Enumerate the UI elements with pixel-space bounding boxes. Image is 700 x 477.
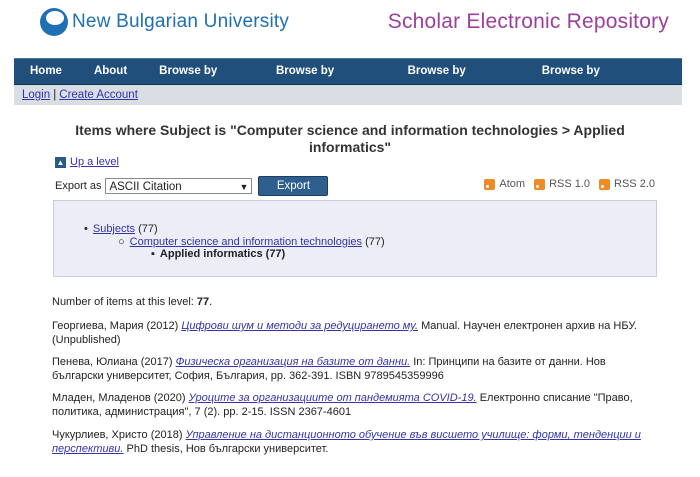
entry-title-link[interactable]: Уроците за организациите от пандемията C… [189,392,477,404]
entry-author-year: Георгиева, Мария (2012) [52,320,179,332]
applied-informatics-label: Applied informatics [159,248,263,260]
repository-title: Scholar Electronic Repository [387,10,669,33]
nav-about[interactable]: About [78,59,143,84]
nbu-logo-icon [40,8,68,36]
list-item: Младен, Младенов (2020) Уроците за орган… [52,391,652,419]
square-bullet-icon: ▪ [151,248,155,260]
computer-science-link[interactable]: Computer science and information technol… [130,236,362,248]
feed-rss1-label: RSS 1.0 [549,178,591,190]
up-level-link[interactable]: Up a level [70,156,119,168]
computer-science-count: (77) [365,236,385,248]
list-item: Чукурлиев, Христо (2018) Управление на д… [52,428,652,456]
account-bar: Login | Create Account [14,85,682,105]
subjects-count: (77) [138,223,158,235]
feed-atom-label: Atom [499,178,526,190]
bullet-icon: • [84,223,88,235]
nav-browse-by-subject[interactable]: Browse by Subject [392,59,526,102]
entry-details: PhD thesis, Нов български университет. [126,443,329,455]
export-format-value: ASCII Citation [109,181,182,193]
subject-tree-level2: ○ Computer science and information techno… [118,236,385,248]
site-header: New Bulgarian University Scholar Electro… [0,0,700,52]
chevron-down-icon: ▼ [239,182,249,192]
export-button[interactable]: Export [258,176,329,196]
rss-icon [534,178,546,190]
entry-author-year: Чукурлиев, Христо (2018) [52,429,183,441]
items-count-value: 77 [196,296,210,308]
applied-informatics-count: (77) [265,248,286,260]
entry-author-year: Младен, Младенов (2020) [52,392,186,404]
circle-bullet-icon: ○ [118,236,125,248]
list-item: Пенева, Юлиана (2017) Физическа организа… [52,355,652,383]
export-label: Export as [55,180,102,192]
feed-atom[interactable]: Atom [484,178,525,190]
university-logo[interactable]: New Bulgarian University [40,8,289,36]
subject-tree-level1: • Subjects (77) [84,223,158,235]
university-name: New Bulgarian University [72,11,290,32]
subject-tree: • Subjects (77) ○ Computer science and inf… [53,200,657,277]
nav-browse-by-department[interactable]: Browse by Department [526,59,682,102]
feed-rss2-label: RSS 2.0 [614,178,655,190]
items-count: Number of items at this level: 77. [52,296,213,308]
create-account-link[interactable]: Create Account [59,89,138,101]
up-level[interactable]: ▲ Up a level [55,156,119,168]
nav-browse-by-year[interactable]: Browse by Year [143,59,260,102]
entry-title-link[interactable]: Физическа организация на базите от данни… [176,356,411,368]
page-title: Items where Subject is "Computer science… [75,122,625,155]
list-item: Георгиева, Мария (2012) Цифрови шум и ме… [52,319,652,347]
feed-rss1[interactable]: RSS 1.0 [534,178,590,190]
feed-rss2[interactable]: RSS 2.0 [599,178,655,190]
entry-title-link[interactable]: Цифрови шум и методи за редуцирането му. [181,320,418,332]
entry-author-year: Пенева, Юлиана (2017) [52,356,173,368]
subject-tree-level3: ▪ Applied informatics (77) [151,248,285,260]
rss-icon [484,178,496,190]
items-count-label: Number of items at this level: [52,296,194,308]
subjects-link[interactable]: Subjects [93,223,135,235]
feed-links: Atom RSS 1.0 RSS 2.0 [475,178,655,190]
main-nav: Home About Browse by Year Browse by Pers… [14,58,682,102]
arrow-up-icon: ▲ [55,156,66,168]
export-form: Export as ASCII Citation ▼ Export [55,176,329,196]
rss-icon [599,178,611,190]
separator: | [53,89,57,101]
export-format-select[interactable]: ASCII Citation ▼ [105,178,253,194]
login-link[interactable]: Login [22,89,50,101]
nav-home[interactable]: Home [14,59,78,84]
nav-browse-by-person[interactable]: Browse by Person [260,59,392,102]
